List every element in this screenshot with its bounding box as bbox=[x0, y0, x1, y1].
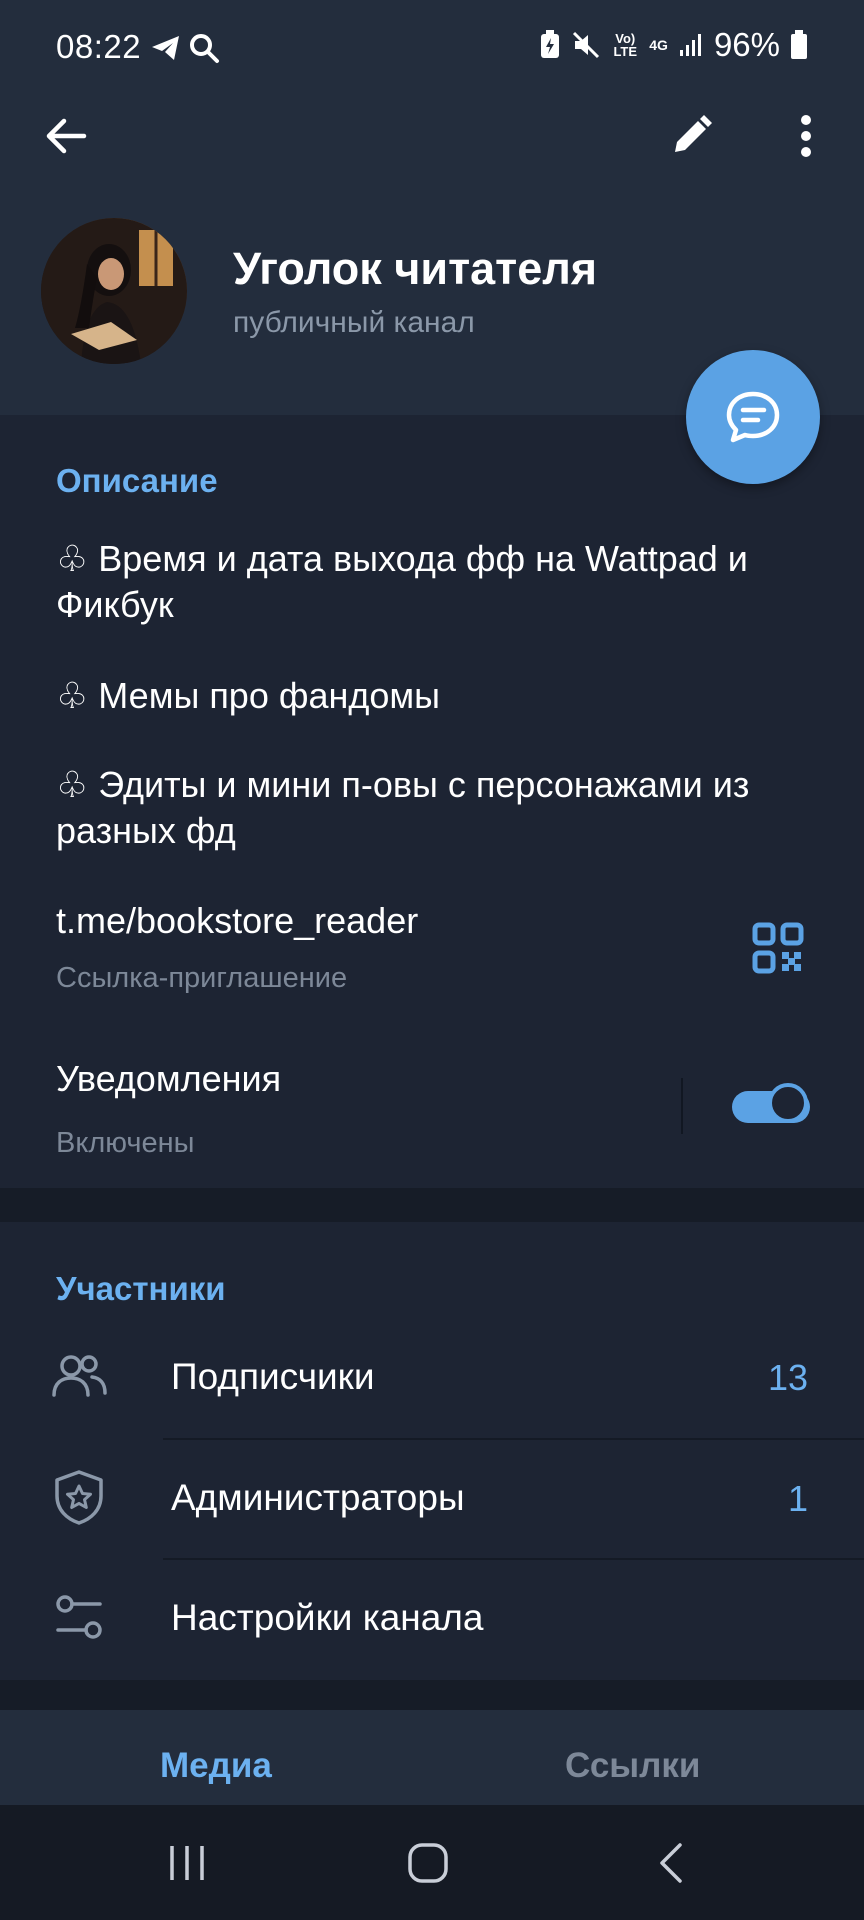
status-time: 08:22 bbox=[56, 28, 142, 65]
channel-settings-label: Настройки канала bbox=[171, 1597, 484, 1638]
shield-star-icon bbox=[55, 1470, 103, 1525]
search-status-icon bbox=[190, 34, 219, 63]
notifications-status: Включены bbox=[56, 1127, 195, 1159]
message-fab[interactable] bbox=[686, 350, 820, 484]
more-vertical-icon bbox=[801, 115, 811, 157]
section-separator bbox=[0, 1188, 864, 1222]
avatar-image bbox=[41, 218, 187, 364]
description-line: ♧ Эдиты и мини п-овы с персонажами из ра… bbox=[56, 764, 750, 851]
home-icon bbox=[408, 1842, 448, 1883]
invite-link[interactable]: t.me/bookstore_reader bbox=[56, 900, 418, 942]
telegram-icon bbox=[152, 36, 179, 60]
members-header: Участники bbox=[56, 1270, 226, 1307]
description-line: ♧ Мемы про фандомы bbox=[56, 675, 441, 716]
channel-subtitle: публичный канал bbox=[233, 306, 475, 339]
notifications-toggle[interactable] bbox=[732, 1083, 814, 1129]
admins-count: 1 bbox=[787, 1478, 808, 1519]
sliders-icon bbox=[56, 1595, 102, 1639]
status-bar: 08:22 Vo) LTE 4G 96% bbox=[0, 0, 864, 95]
arrow-left-icon bbox=[46, 118, 87, 154]
chat-bubble-icon bbox=[726, 391, 780, 443]
system-back-button[interactable] bbox=[621, 1805, 721, 1920]
row-divider bbox=[163, 1438, 864, 1440]
recent-apps-icon bbox=[170, 1845, 204, 1880]
mute-icon bbox=[573, 31, 600, 59]
subscribers-label: Подписчики bbox=[171, 1356, 375, 1397]
battery-saver-icon bbox=[541, 30, 560, 58]
battery-icon bbox=[791, 30, 807, 59]
channel-avatar[interactable] bbox=[41, 218, 187, 364]
edit-button[interactable] bbox=[651, 96, 731, 176]
media-tabs: Медиа Ссылки bbox=[0, 1710, 864, 1805]
back-button[interactable] bbox=[26, 96, 106, 176]
people-icon bbox=[52, 1355, 107, 1397]
signal-icon bbox=[679, 34, 701, 56]
invite-link-label: Ссылка-приглашение bbox=[56, 962, 348, 994]
tab-links[interactable]: Ссылки bbox=[565, 1746, 700, 1786]
subscribers-count: 13 bbox=[767, 1357, 808, 1398]
toggle-knob bbox=[768, 1083, 808, 1123]
chevron-left-icon bbox=[660, 1842, 682, 1883]
tab-media[interactable]: Медиа bbox=[160, 1746, 272, 1786]
system-nav-bar bbox=[0, 1805, 864, 1920]
channel-title: Уголок читателя bbox=[233, 243, 598, 294]
recent-apps-button[interactable] bbox=[137, 1805, 237, 1920]
network-type: 4G bbox=[649, 37, 668, 53]
admins-label: Администраторы bbox=[171, 1477, 465, 1518]
notifications-divider bbox=[681, 1078, 683, 1134]
home-button[interactable] bbox=[378, 1805, 478, 1920]
qr-code-button[interactable] bbox=[752, 922, 804, 974]
row-divider bbox=[163, 1558, 864, 1560]
status-right: Vo) LTE 4G 96% bbox=[539, 26, 808, 64]
section-separator bbox=[0, 1680, 864, 1710]
volte-label: Vo) LTE bbox=[613, 31, 638, 59]
battery-percent: 96% bbox=[713, 26, 780, 63]
notifications-title: Уведомления bbox=[56, 1058, 282, 1099]
qr-code-icon bbox=[752, 922, 804, 974]
more-options-button[interactable] bbox=[766, 96, 846, 176]
pencil-icon bbox=[675, 115, 712, 152]
description-line: ♧ Время и дата выхода фф на Wattpad и Фи… bbox=[56, 538, 748, 625]
description-header: Описание bbox=[56, 462, 218, 499]
